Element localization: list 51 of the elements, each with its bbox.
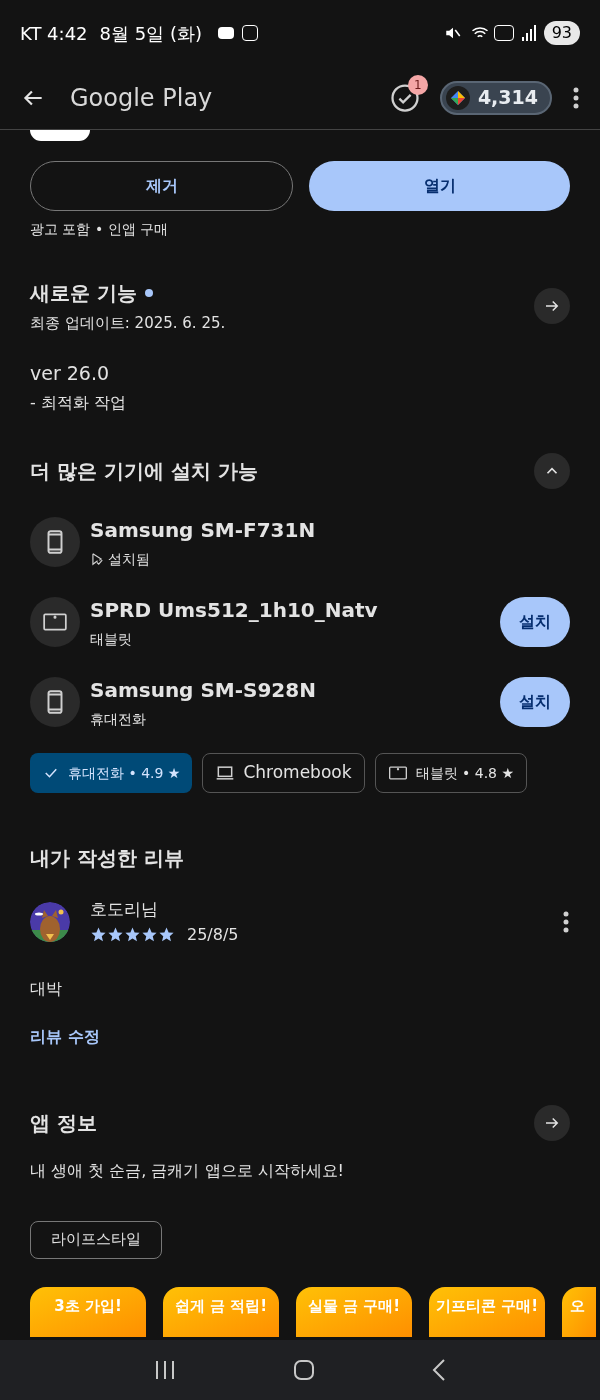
battery-level: 93 <box>543 21 580 45</box>
check-circle-icon[interactable] <box>389 82 420 113</box>
section-title: 더 많은 기기에 설치 가능 <box>30 458 259 485</box>
filter-chip[interactable]: Chromebook <box>202 753 365 793</box>
version-text: ver 26.0 <box>30 360 111 386</box>
collapse-button[interactable] <box>534 453 570 489</box>
home-icon[interactable] <box>293 1359 315 1381</box>
open-button[interactable]: 열기 <box>309 161 570 211</box>
recents-icon[interactable] <box>154 1360 177 1380</box>
install-button[interactable]: 설치 <box>500 677 570 727</box>
star-icon <box>141 926 158 943</box>
review-text: 대박 <box>30 977 63 1000</box>
update-date: 최종 업데이트: 2025. 6. 25. <box>30 313 227 334</box>
app-description: 내 생애 첫 순금, 금캐기 앱으로 시작하세요! <box>30 1159 345 1182</box>
more-icon[interactable] <box>562 910 570 933</box>
points-chip[interactable]: 4,314 <box>439 80 552 115</box>
arrow-button[interactable] <box>534 1104 570 1141</box>
review-date: 25/8/5 <box>187 923 239 946</box>
reviewer-name: 호도리님 <box>90 898 159 921</box>
filter-chip[interactable]: 태블릿 • 4.8 ★ <box>374 753 527 793</box>
device-status: 휴대전화 <box>90 709 146 729</box>
install-button[interactable]: 설치 <box>500 597 570 647</box>
section-title: 앱 정보 <box>30 1109 98 1137</box>
filter-chip[interactable]: 휴대전화 • 4.9 ★ <box>30 753 193 793</box>
device-name: Samsung SM-S928N <box>90 676 317 704</box>
category-chip[interactable]: 라이프스타일 <box>30 1220 162 1259</box>
star-icon <box>90 926 107 943</box>
more-icon[interactable] <box>572 86 580 109</box>
app-icon-edge <box>30 130 90 141</box>
star-icon <box>158 926 175 943</box>
status-time: KT 4:42 <box>20 21 88 46</box>
section-title: 새로운 기능 <box>30 280 137 307</box>
star-icon <box>107 926 124 943</box>
app-title: Google Play <box>70 82 213 114</box>
edit-review-link[interactable]: 리뷰 수정 <box>30 1024 570 1049</box>
device-status: 태블릿 <box>90 629 132 649</box>
release-notes: - 최적화 작업 <box>30 392 127 414</box>
status-date: 8월 5일 (화) <box>99 21 202 46</box>
ads-notice: 광고 포함 • 인앱 구매 <box>30 220 170 239</box>
back-icon[interactable] <box>431 1359 446 1381</box>
arrow-button[interactable] <box>534 288 570 325</box>
device-name: Samsung SM-F731N <box>90 516 317 544</box>
star-icon <box>124 926 141 943</box>
play-check-icon <box>90 552 104 566</box>
section-title: 내가 작성한 리뷰 <box>30 845 185 872</box>
uninstall-button[interactable]: 제거 <box>30 161 293 211</box>
device-name: SPRD Ums512_1h10_Natv <box>90 596 379 624</box>
device-status: 설치됨 <box>108 549 150 569</box>
signal-icon <box>521 25 536 41</box>
notification-badge: 1 <box>407 74 428 95</box>
laptop-icon <box>215 763 236 783</box>
